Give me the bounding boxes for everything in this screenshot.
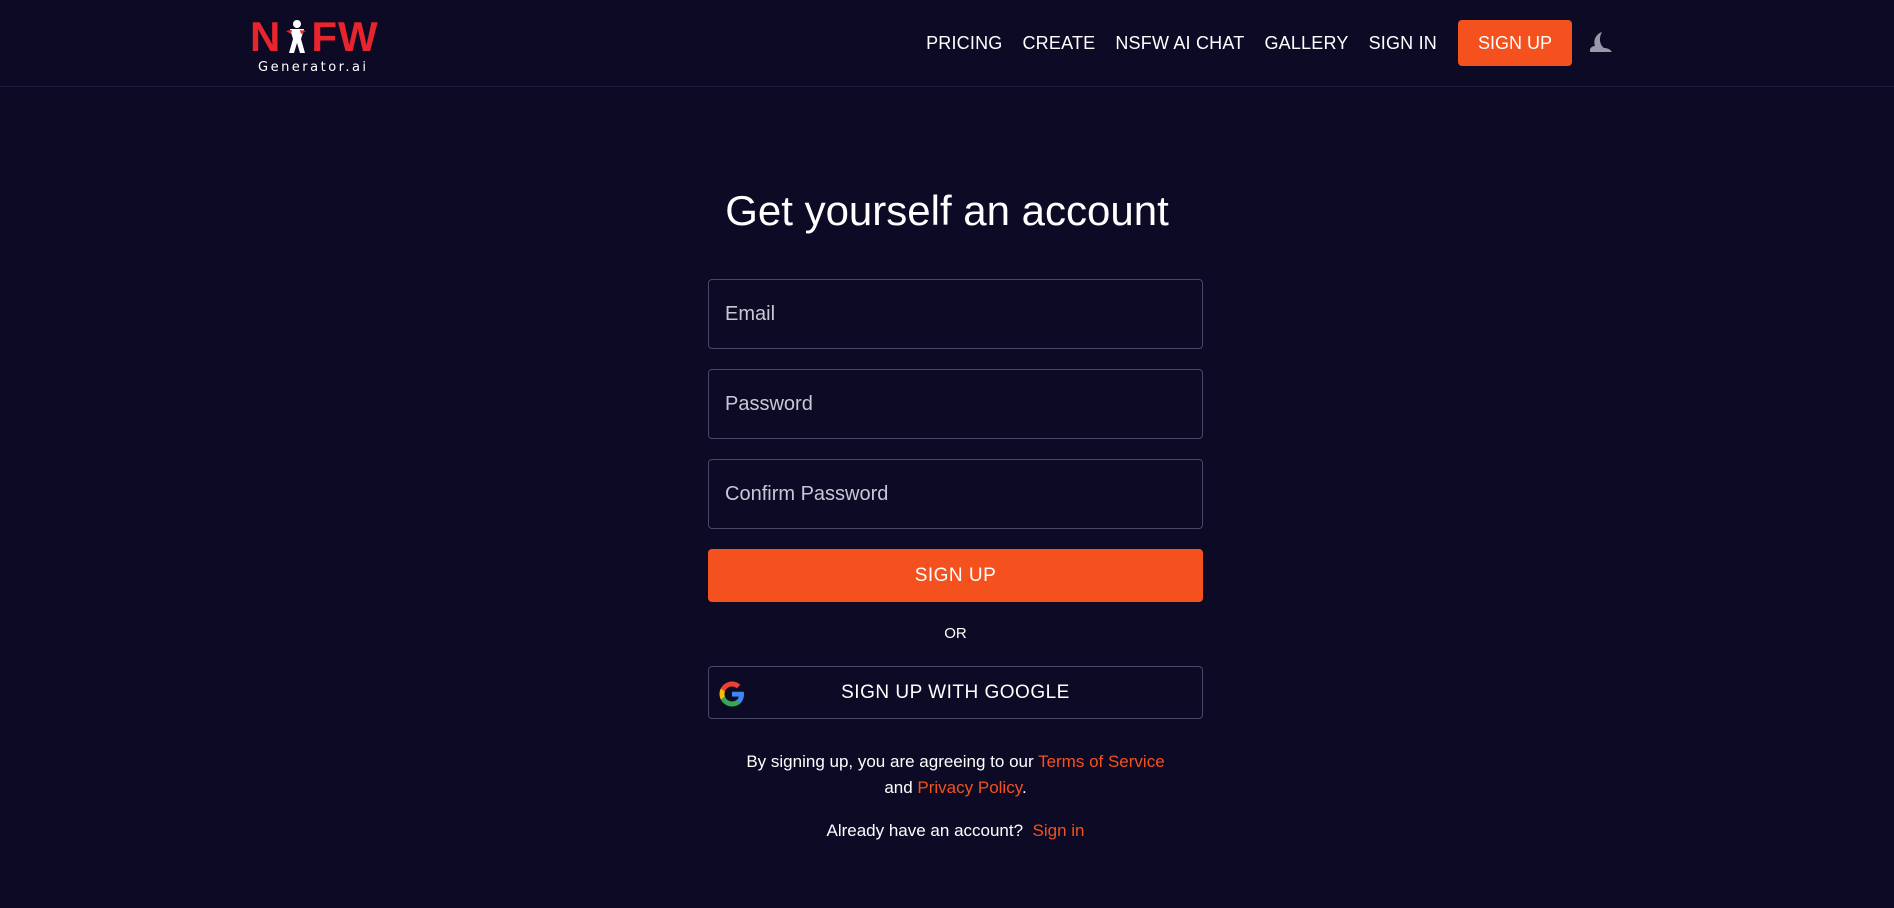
- privacy-policy-link[interactable]: Privacy Policy: [917, 778, 1022, 797]
- signup-form: SIGN UP OR SIGN UP WITH GOOGLE By signin…: [708, 279, 1203, 841]
- page-title: Get yourself an account: [725, 187, 1169, 234]
- moon-icon: [1590, 32, 1612, 52]
- confirm-password-field[interactable]: [708, 459, 1203, 529]
- terms-prefix: By signing up, you are agreeing to our: [746, 752, 1039, 771]
- nav-create[interactable]: CREATE: [1022, 33, 1095, 54]
- or-divider: OR: [944, 625, 967, 642]
- theme-toggle-button[interactable]: [1588, 30, 1614, 56]
- terms-and: and: [884, 778, 918, 797]
- terms-suffix: .: [1021, 778, 1027, 797]
- terms-of-service-link[interactable]: Terms of Service: [1038, 752, 1165, 771]
- already-text: Already have an account?: [826, 821, 1024, 840]
- site-logo[interactable]: N FW Generator.ai: [250, 16, 382, 76]
- logo-subtitle: Generator.ai: [258, 60, 369, 75]
- logo-letters-fw: FW: [311, 13, 379, 60]
- signup-submit-button[interactable]: SIGN UP: [708, 549, 1203, 602]
- email-field[interactable]: [708, 279, 1203, 349]
- logo-wordmark: N FW: [250, 16, 382, 58]
- site-header: N FW Generator.ai PRICING CREATE NSFW AI…: [0, 0, 1894, 87]
- nav-signup-button[interactable]: SIGN UP: [1457, 20, 1572, 66]
- sign-in-link[interactable]: Sign in: [1033, 821, 1085, 840]
- nav-sign-in[interactable]: SIGN IN: [1369, 33, 1437, 54]
- logo-figure-icon: [286, 20, 307, 53]
- nav-gallery[interactable]: GALLERY: [1264, 33, 1348, 54]
- main-nav: PRICING CREATE NSFW AI CHAT GALLERY SIGN…: [926, 20, 1614, 66]
- already-have-account: Already have an account? Sign in: [708, 821, 1203, 841]
- nav-nsfw-ai-chat[interactable]: NSFW AI CHAT: [1115, 33, 1244, 54]
- google-signup-button[interactable]: SIGN UP WITH GOOGLE: [708, 666, 1203, 719]
- google-signup-label: SIGN UP WITH GOOGLE: [841, 681, 1070, 703]
- terms-notice: By signing up, you are agreeing to our T…: [708, 749, 1203, 801]
- password-field[interactable]: [708, 369, 1203, 439]
- google-icon: [719, 681, 744, 707]
- nav-pricing[interactable]: PRICING: [926, 33, 1002, 54]
- logo-letter-n: N: [250, 13, 282, 60]
